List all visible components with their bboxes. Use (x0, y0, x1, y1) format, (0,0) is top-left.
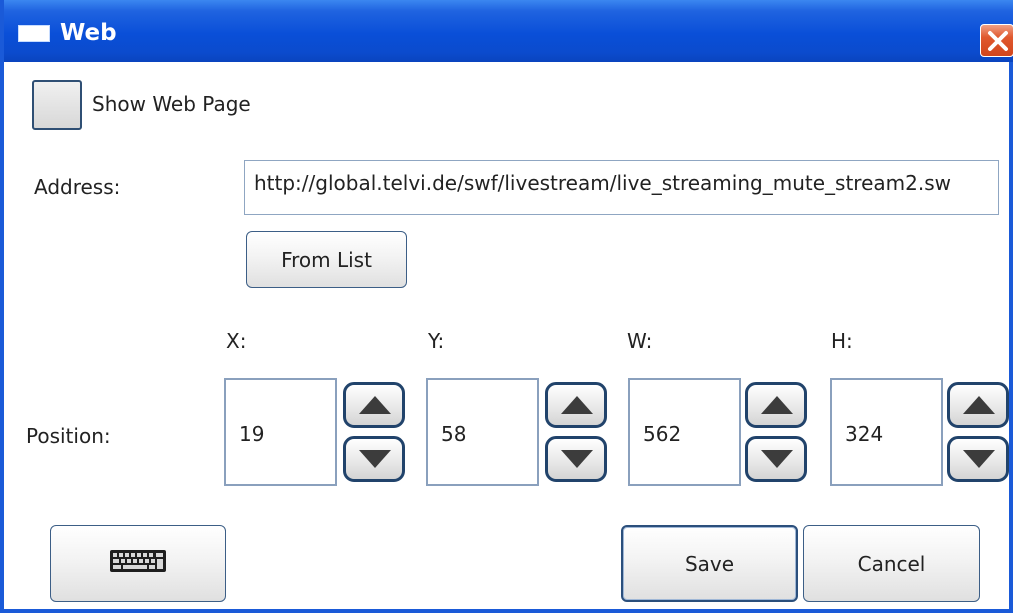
x-field[interactable]: 19 (224, 378, 337, 486)
h-decrement-button[interactable] (947, 436, 1009, 482)
window-title: Web (60, 20, 117, 46)
window-icon (18, 25, 50, 42)
save-button[interactable]: Save (621, 525, 798, 602)
keyboard-icon (109, 549, 167, 578)
h-increment-button[interactable] (947, 382, 1009, 428)
position-label: Position: (26, 424, 111, 448)
close-button[interactable] (980, 24, 1013, 57)
y-increment-button[interactable] (545, 382, 607, 428)
show-web-page-label: Show Web Page (92, 92, 251, 116)
x-label: X: (226, 329, 247, 353)
w-increment-button[interactable] (745, 382, 807, 428)
from-list-button[interactable]: From List (246, 231, 407, 288)
title-bar: Web (4, 0, 1013, 62)
h-label: H: (831, 329, 853, 353)
cancel-button[interactable]: Cancel (803, 525, 980, 602)
show-web-page-checkbox[interactable] (32, 80, 82, 130)
address-input[interactable]: http://global.telvi.de/swf/livestream/li… (244, 160, 999, 215)
h-field[interactable]: 324 (830, 378, 943, 486)
w-label: W: (627, 329, 653, 353)
web-dialog: Web Show Web Page Address: http://global… (0, 0, 1013, 613)
y-decrement-button[interactable] (545, 436, 607, 482)
w-field[interactable]: 562 (628, 378, 741, 486)
w-decrement-button[interactable] (745, 436, 807, 482)
address-label: Address: (34, 175, 121, 199)
y-field[interactable]: 58 (426, 378, 539, 486)
y-label: Y: (428, 329, 445, 353)
x-increment-button[interactable] (343, 382, 405, 428)
x-decrement-button[interactable] (343, 436, 405, 482)
keyboard-button[interactable] (50, 525, 226, 602)
